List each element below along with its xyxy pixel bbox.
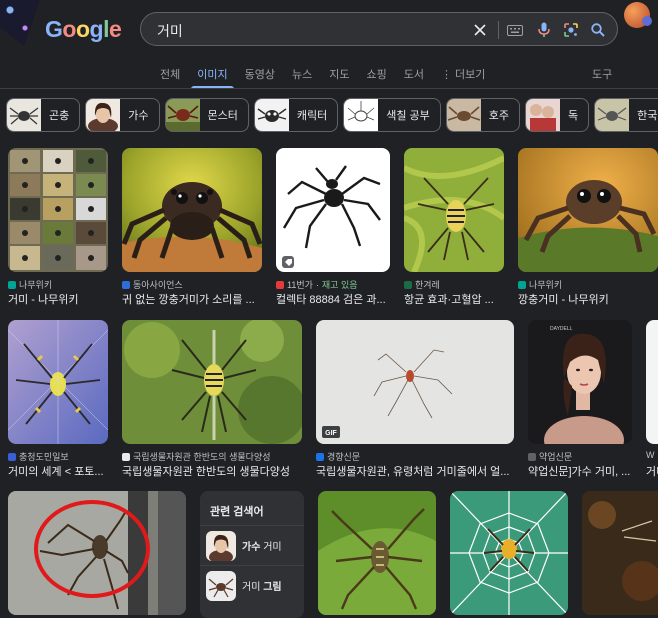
doodle-decoration — [0, 0, 40, 46]
chip-thumbnail — [526, 99, 561, 131]
related-thumbnail — [206, 530, 236, 561]
result-title[interactable]: 거미 - 나무위키 — [8, 291, 108, 307]
result-source[interactable]: 약업신문 — [528, 450, 572, 463]
chip-thumbnail — [595, 99, 630, 131]
chip-thumbnail — [86, 99, 121, 131]
result-thumbnail[interactable] — [122, 148, 262, 272]
related-item[interactable]: 가수 거미 — [200, 525, 304, 565]
result-source[interactable]: 국립생물자원관 한반도의 생물다양성 — [122, 450, 270, 463]
result-title[interactable]: 국립생물자원관 한반도의 생물다양성 — [122, 463, 302, 479]
favicon-icon — [404, 280, 412, 289]
result-title[interactable]: 거미의 세계 < 포토... — [8, 463, 108, 479]
result-thumbnail[interactable] — [8, 148, 108, 272]
result-source[interactable]: 11번가 · 재고 있음 — [276, 278, 358, 291]
result-thumbnail[interactable] — [8, 491, 186, 615]
chip-thumbnail — [446, 99, 481, 131]
result-source[interactable]: 한겨레 — [404, 278, 440, 291]
result-title[interactable]: 컬렉타 88884 검은 과... — [276, 291, 390, 307]
favicon-icon — [316, 452, 324, 461]
chip-thumbnail — [7, 99, 41, 131]
favicon-icon — [8, 452, 16, 461]
close-icon[interactable] — [471, 21, 489, 39]
result-thumbnail[interactable] — [646, 320, 658, 444]
tools-button[interactable]: 도구 — [592, 66, 612, 82]
search-box[interactable]: 거미 — [140, 12, 618, 46]
search-divider — [498, 21, 499, 39]
related-heading: 관련 검색어 — [210, 506, 264, 518]
chip-insect[interactable]: 곤충 — [6, 98, 81, 132]
related-item[interactable]: 거미 그림 — [200, 565, 304, 605]
tab-books[interactable]: 도서 — [404, 64, 424, 84]
result-source[interactable]: 경향신문 — [316, 450, 360, 463]
tab-shopping[interactable]: 쇼핑 — [367, 64, 387, 84]
tab-images[interactable]: 이미지 — [191, 64, 235, 89]
result-thumbnail[interactable]: DAYDELL — [528, 320, 632, 444]
result-source[interactable]: 동아사이언스 — [122, 278, 183, 291]
result-source[interactable]: 충청도민일보 — [8, 450, 69, 463]
result-title[interactable]: 깡충거미 - 나무위키 — [518, 291, 658, 307]
result-title[interactable]: 약업신문]가수 거미, ... — [528, 463, 632, 479]
result-title[interactable]: 거미 — [646, 463, 658, 479]
tab-maps[interactable]: 지도 — [329, 64, 349, 84]
chip-korea[interactable]: 한국 — [594, 98, 658, 132]
keyboard-icon[interactable] — [506, 21, 524, 39]
tab-news[interactable]: 뉴스 — [292, 64, 312, 84]
result-title[interactable]: 국립생물자원관, 유령처럼 거미줄에서 얼... — [316, 463, 514, 479]
result-thumbnail[interactable] — [122, 320, 302, 444]
tabs-divider — [0, 88, 658, 89]
chip-character[interactable]: 캐릭터 — [253, 98, 339, 132]
favicon-icon — [8, 280, 16, 289]
result-thumbnail[interactable] — [8, 320, 108, 444]
search-tabs: 전체 이미지 동영상 뉴스 지도 쇼핑 도서 ⋮ 더보기 — [160, 64, 502, 89]
favicon-icon — [276, 280, 284, 289]
gif-badge: GIF — [325, 430, 337, 437]
tab-videos[interactable]: 동영상 — [245, 64, 275, 84]
favicon-icon — [122, 280, 130, 289]
result-thumbnail[interactable] — [276, 148, 390, 272]
chip-coloring[interactable]: 색칠 공부 — [343, 98, 441, 132]
search-input[interactable]: 거미 — [157, 21, 183, 41]
filter-chips: 곤충 가수 몬스터 캐릭터 색칠 공부 호주 독 한국 — [6, 98, 658, 132]
result-thumbnail[interactable] — [404, 148, 504, 272]
result-title[interactable]: 귀 없는 깡충거미가 소리를 ... — [122, 291, 262, 307]
tab-more[interactable]: ⋮ 더보기 — [441, 64, 485, 84]
result-source[interactable]: W — [646, 450, 655, 460]
favicon-icon — [518, 280, 526, 289]
chip-thumbnail — [165, 99, 200, 131]
chip-australia[interactable]: 호주 — [445, 98, 521, 132]
result-title[interactable]: 항균 효과·고혈압 ... — [404, 291, 504, 307]
result-source[interactable]: 나무위키 — [8, 278, 52, 291]
result-thumbnail[interactable] — [518, 148, 658, 272]
tab-all[interactable]: 전체 — [160, 64, 180, 84]
favicon-icon — [122, 452, 130, 461]
result-thumbnail[interactable] — [318, 491, 436, 615]
lens-icon[interactable] — [562, 21, 580, 39]
related-searches: 관련 검색어 가수 거미 거미 그림 — [200, 491, 304, 618]
chip-thumbnail — [254, 99, 289, 131]
doodle-orb-small — [642, 16, 652, 26]
google-logo[interactable]: Google — [45, 16, 122, 43]
search-icon[interactable] — [589, 21, 607, 39]
favicon-icon — [528, 452, 536, 461]
result-source[interactable]: 나무위키 — [518, 278, 562, 291]
microphone-icon[interactable] — [535, 21, 553, 39]
related-thumbnail — [206, 570, 236, 601]
chip-poison[interactable]: 독 — [525, 98, 590, 132]
chip-monster[interactable]: 몬스터 — [164, 98, 249, 132]
chip-singer[interactable]: 가수 — [85, 98, 160, 132]
result-thumbnail[interactable] — [582, 491, 658, 615]
result-thumbnail[interactable] — [450, 491, 568, 615]
brand-label: DAYDELL — [550, 326, 573, 332]
result-thumbnail[interactable]: GIF — [316, 320, 514, 444]
chip-thumbnail — [344, 99, 379, 131]
